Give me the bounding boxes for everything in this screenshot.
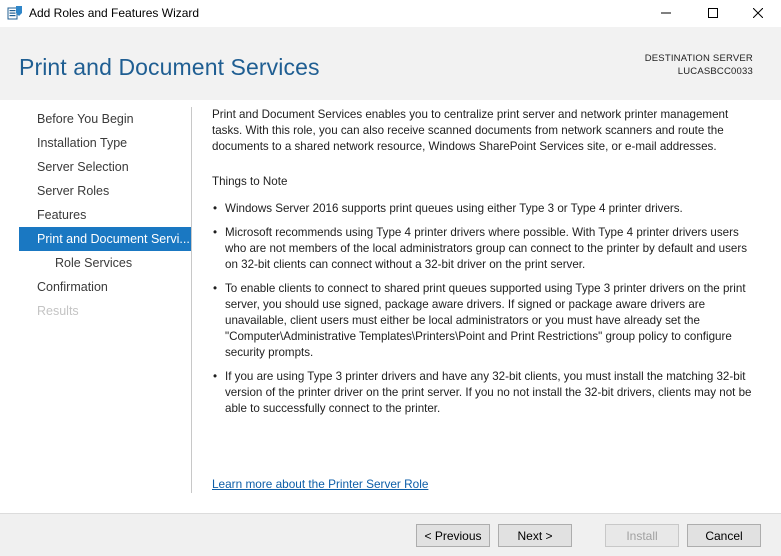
nav-item-results: Results (37, 304, 79, 318)
list-item: • If you are using Type 3 printer drivers… (212, 369, 759, 417)
wizard-header: Print and Document Services DESTINATION … (0, 27, 781, 100)
nav-item-print-and-document-services[interactable]: Print and Document Servi... (19, 227, 191, 251)
wizard-nav: Before You Begin Installation Type Serve… (19, 107, 191, 323)
page-title: Print and Document Services (19, 54, 320, 80)
window-title: Add Roles and Features Wizard (29, 6, 200, 20)
nav-divider (191, 107, 192, 493)
minimize-icon (661, 12, 671, 14)
learn-more-link[interactable]: Learn more about the Printer Server Role (212, 477, 428, 491)
bullet-icon: • (213, 202, 218, 215)
note-text: Microsoft recommends using Type 4 printe… (225, 226, 748, 271)
maximize-button[interactable] (690, 0, 736, 27)
maximize-icon (708, 8, 718, 18)
wizard-footer: < Previous Next > Install Cancel (0, 513, 781, 556)
next-button[interactable]: Next > (498, 524, 572, 547)
server-manager-icon (7, 5, 23, 21)
close-icon (753, 8, 763, 18)
nav-item-server-roles[interactable]: Server Roles (19, 179, 191, 203)
list-item: • To enable clients to connect to shared … (212, 281, 759, 361)
note-text: Windows Server 2016 supports print queue… (225, 202, 683, 215)
nav-item-before-you-begin[interactable]: Before You Begin (19, 107, 191, 131)
things-to-note-heading: Things to Note (212, 175, 288, 188)
bullet-icon: • (213, 370, 218, 383)
destination-server-name: LUCASBCC0033 (677, 66, 753, 77)
nav-item-features[interactable]: Features (19, 203, 191, 227)
minimize-button[interactable] (643, 0, 689, 27)
nav-item-installation-type[interactable]: Installation Type (19, 131, 191, 155)
title-bar: Add Roles and Features Wizard (0, 0, 781, 27)
main-panel: Print and Document Services enables you … (212, 107, 759, 425)
previous-button[interactable]: < Previous (416, 524, 490, 547)
cancel-button[interactable]: Cancel (687, 524, 761, 547)
note-text: If you are using Type 3 printer drivers … (225, 370, 752, 415)
bullet-icon: • (213, 226, 218, 239)
nav-item-role-services[interactable]: Role Services (19, 251, 191, 275)
list-item: • Microsoft recommends using Type 4 print… (212, 225, 759, 273)
note-text: To enable clients to connect to shared p… (225, 282, 746, 359)
nav-item-server-selection[interactable]: Server Selection (19, 155, 191, 179)
nav-item-confirmation[interactable]: Confirmation (19, 275, 191, 299)
intro-text: Print and Document Services enables you … (212, 108, 729, 153)
list-item: • Windows Server 2016 supports print queu… (212, 201, 759, 217)
destination-server-label: DESTINATION SERVER (644, 53, 753, 64)
notes-list: • Windows Server 2016 supports print queu… (212, 201, 759, 417)
install-button: Install (605, 524, 679, 547)
bullet-icon: • (213, 282, 218, 295)
wizard-content: Before You Begin Installation Type Serve… (0, 100, 781, 513)
close-button[interactable] (735, 0, 781, 27)
